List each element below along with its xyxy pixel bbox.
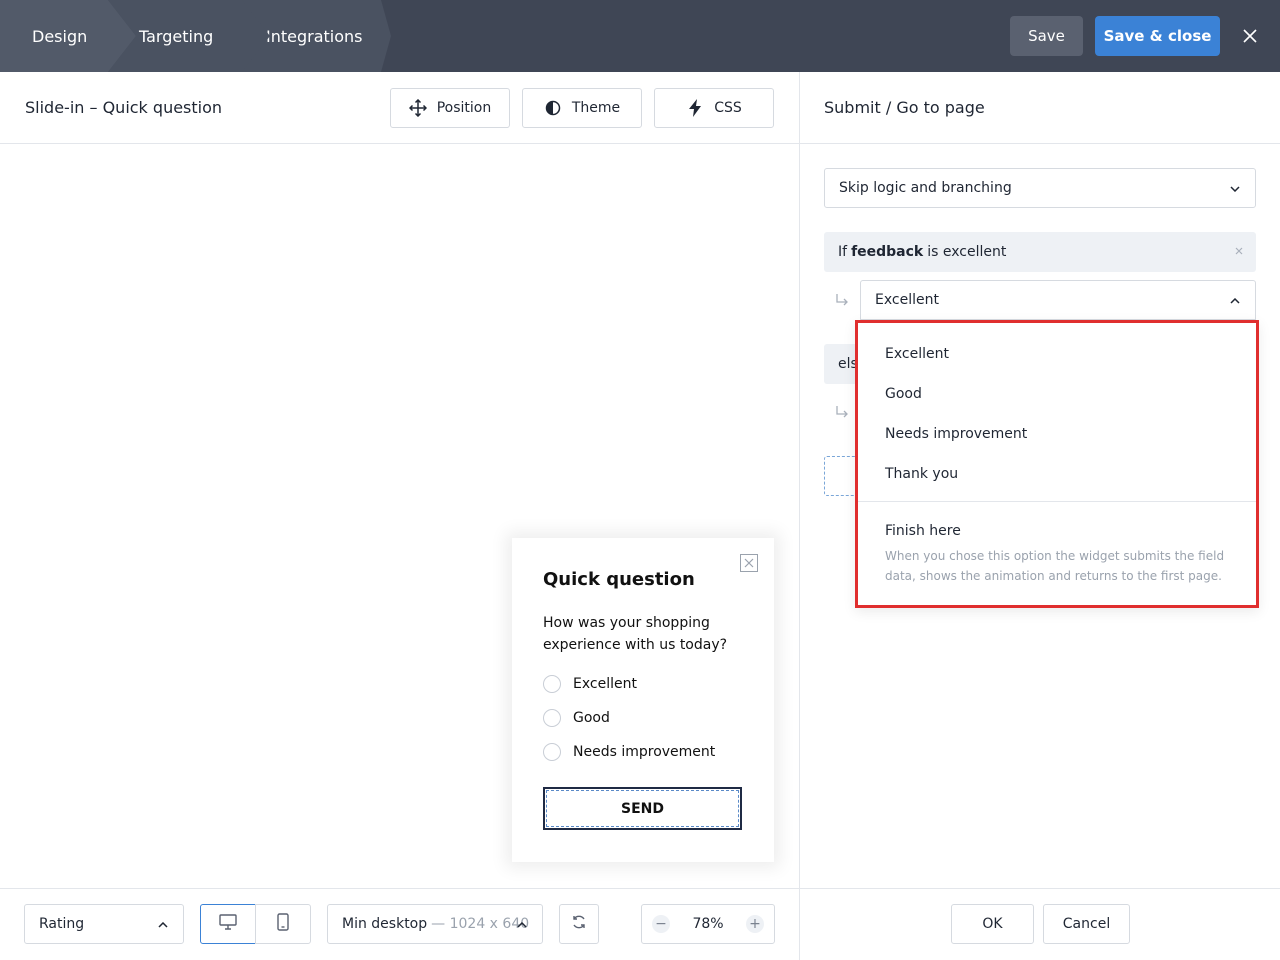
radio-button[interactable] — [543, 675, 561, 693]
dropdown-option-thank-you[interactable]: Thank you — [885, 466, 958, 482]
tab-integrations-label: Integrations — [266, 26, 363, 46]
editor-header: Slide-in – Quick question Position Theme… — [0, 72, 800, 144]
resolution-dims: — 1024 x 640 — [431, 916, 530, 932]
tab-design-label: Design — [32, 26, 88, 46]
close-icon[interactable] — [1238, 24, 1262, 48]
condition-prefix: If — [838, 244, 848, 260]
position-button[interactable]: Position — [390, 88, 510, 128]
panel-divider — [799, 72, 800, 960]
theme-button[interactable]: Theme — [522, 88, 642, 128]
slide-in-widget: Quick question How was your shopping exp… — [512, 538, 774, 862]
branch-arrow-icon — [834, 404, 850, 420]
chevron-up-icon — [1229, 295, 1241, 307]
zoom-out-button[interactable]: − — [652, 915, 670, 933]
dropdown-divider — [858, 501, 1256, 502]
contrast-icon — [544, 99, 562, 117]
theme-label: Theme — [571, 100, 621, 116]
condition-field: feedback — [851, 244, 924, 260]
resolution-label: Min desktop — [342, 916, 428, 932]
finish-here-description: When you chose this option the widget su… — [885, 549, 1225, 583]
top-bar: Design Targeting Integrations Save Save … — [0, 0, 1280, 72]
page-title: Slide-in – Quick question — [25, 98, 223, 117]
monitor-icon — [219, 914, 237, 934]
remove-condition-icon[interactable] — [1234, 246, 1244, 256]
zoom-level: 78% — [692, 916, 724, 932]
field-type-select[interactable]: Rating — [24, 904, 184, 944]
skip-logic-label: Skip logic and branching — [839, 180, 1012, 196]
css-label: CSS — [714, 100, 742, 116]
widget-question: How was your shopping experience with us… — [543, 615, 728, 653]
resolution-select[interactable]: Min desktop — 1024 x 640 — [327, 904, 543, 944]
widget-option-needs-improvement[interactable]: Needs improvement — [543, 743, 715, 761]
panel-title: Submit / Go to page — [824, 98, 985, 117]
branch-arrow-icon — [834, 292, 850, 308]
target-page-value: Excellent — [875, 292, 939, 308]
chevron-up-icon — [157, 919, 169, 931]
save-close-button[interactable]: Save & close — [1095, 16, 1220, 56]
chevron-down-icon — [1229, 183, 1241, 195]
field-type-value: Rating — [39, 916, 85, 932]
widget-title: Quick question — [543, 569, 695, 590]
desktop-view-button[interactable] — [200, 904, 256, 944]
dropdown-option-good[interactable]: Good — [885, 386, 922, 402]
zoom-control: − 78% + — [641, 904, 775, 944]
target-page-dropdown: Excellent Good Needs improvement Thank y… — [855, 320, 1259, 608]
widget-option-label: Excellent — [573, 676, 637, 692]
css-button[interactable]: CSS — [654, 88, 774, 128]
panel-header-divider — [800, 143, 1280, 144]
dropdown-option-finish-here[interactable]: Finish here — [885, 523, 961, 539]
widget-close-icon[interactable] — [740, 554, 758, 572]
tab-targeting-label: Targeting — [139, 26, 214, 46]
rotate-button[interactable] — [559, 904, 599, 944]
target-page-select[interactable]: Excellent — [860, 280, 1256, 320]
dropdown-option-needs-improvement[interactable]: Needs improvement — [885, 426, 1027, 442]
position-label: Position — [436, 100, 492, 116]
mobile-view-button[interactable] — [255, 904, 311, 944]
chevron-up-icon — [516, 919, 528, 931]
bottom-bar-divider — [0, 888, 1280, 889]
save-button[interactable]: Save — [1010, 16, 1083, 56]
cancel-button[interactable]: Cancel — [1043, 904, 1130, 944]
widget-option-good[interactable]: Good — [543, 709, 610, 727]
condition-rule[interactable]: If feedback is excellent — [824, 232, 1256, 272]
widget-option-label: Needs improvement — [573, 744, 716, 760]
widget-option-excellent[interactable]: Excellent — [543, 675, 637, 693]
radio-button[interactable] — [543, 709, 561, 727]
radio-button[interactable] — [543, 743, 561, 761]
skip-logic-select[interactable]: Skip logic and branching — [824, 168, 1256, 208]
move-icon — [408, 99, 427, 117]
widget-option-label: Good — [573, 710, 610, 726]
phone-icon — [277, 913, 289, 935]
lightning-icon — [686, 99, 704, 117]
tab-design[interactable]: Design — [0, 0, 136, 72]
send-button[interactable]: SEND — [543, 787, 742, 830]
dropdown-option-excellent[interactable]: Excellent — [885, 346, 949, 362]
condition-suffix: is excellent — [927, 244, 1007, 260]
rotate-icon — [571, 914, 587, 934]
ok-button[interactable]: OK — [951, 904, 1034, 944]
zoom-in-button[interactable]: + — [746, 915, 764, 933]
